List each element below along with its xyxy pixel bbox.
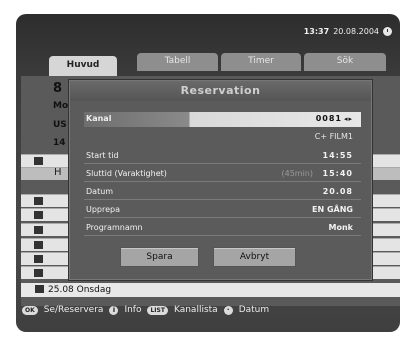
date-field[interactable]: Datum 20.08 — [84, 185, 361, 200]
duration-value: (45min) — [281, 169, 313, 178]
channel-field[interactable]: Kanal 0081 ◂▸ — [84, 112, 361, 127]
repeat-field[interactable]: Upprepa EN GÅNG — [84, 203, 361, 218]
tab-tabell[interactable]: Tabell — [137, 53, 218, 71]
repeat-label: Upprepa — [86, 205, 121, 214]
info-key-icon: i — [109, 305, 119, 315]
channel-value: 0081 ◂▸ — [315, 114, 353, 123]
ok-key-icon: OK — [22, 305, 38, 315]
repeat-value: EN GÅNG — [312, 205, 353, 214]
end-time-value: 15:40 — [322, 169, 353, 178]
channel-name: C+ FILM1 — [314, 132, 353, 141]
cancel-button[interactable]: Avbryt — [213, 247, 296, 267]
date-value: 20.08 — [322, 187, 353, 196]
program-name-value: Monk — [328, 223, 353, 232]
folder-icon — [34, 157, 43, 165]
folder-icon — [35, 285, 44, 293]
folder-icon — [34, 197, 43, 205]
start-time-value: 14:55 — [322, 151, 353, 160]
bg-text-1: Mo — [53, 101, 69, 111]
ok-help-label: Se/Reservera — [43, 305, 104, 315]
clock-time: 13:37 — [303, 27, 330, 36]
folder-icon — [34, 255, 43, 263]
info-help-label: Info — [124, 305, 142, 315]
tab-huvud[interactable]: Huvud — [49, 56, 117, 76]
start-time-label: Start tid — [86, 151, 119, 160]
clock-icon — [383, 27, 392, 36]
list-row-date[interactable]: 25.08 Onsdag — [21, 283, 400, 297]
end-time-label: Sluttid (Varaktighet) — [86, 169, 167, 178]
bg-digit: 8 — [53, 81, 63, 96]
save-button[interactable]: Spara — [120, 247, 199, 267]
reservation-dialog: Reservation Kanal 0081 ◂▸ C+ FILM1 Start … — [69, 80, 372, 280]
date-help-label: Datum — [238, 305, 270, 315]
folder-icon — [34, 269, 43, 277]
bg-text-2: US — [53, 120, 67, 130]
channel-name-field: C+ FILM1 — [84, 130, 361, 144]
folder-icon — [34, 211, 43, 219]
left-right-arrows-icon: ◂▸ — [343, 115, 353, 123]
dialog-title: Reservation — [70, 81, 371, 101]
bg-text-3: 14 — [53, 138, 66, 148]
folder-icon — [34, 241, 43, 249]
nav-key-icon: · — [223, 305, 233, 315]
tab-sok[interactable]: Sök — [304, 53, 386, 71]
tab-timer[interactable]: Timer — [221, 53, 301, 71]
end-time-field[interactable]: Sluttid (Varaktighet) (45min) 15:40 — [84, 167, 361, 182]
list-key-icon: LIST — [147, 305, 168, 315]
date-label: Datum — [86, 187, 114, 196]
start-time-field[interactable]: Start tid 14:55 — [84, 149, 361, 164]
list-row-label: 25.08 Onsdag — [48, 285, 112, 295]
program-name-label: Programnamn — [86, 223, 143, 232]
channel-label: Kanal — [86, 114, 112, 123]
bg-text-h: H — [54, 167, 62, 178]
folder-icon — [34, 226, 43, 234]
help-bar: OK Se/Reservera i Info LIST Kanallista ·… — [22, 302, 392, 318]
list-help-label: Kanallista — [173, 305, 218, 315]
program-name-field[interactable]: Programnamn Monk — [84, 221, 361, 236]
status-clock: 13:37 20.08.2004 — [304, 27, 392, 36]
clock-date: 20.08.2004 — [333, 27, 379, 36]
